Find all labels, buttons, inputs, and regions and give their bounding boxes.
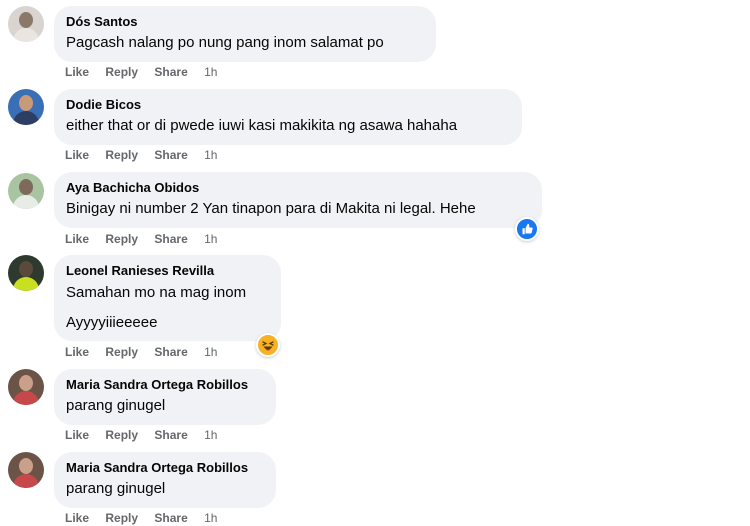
comment-author[interactable]: Aya Bachicha Obidos	[66, 180, 530, 196]
comment-bubble: Aya Bachicha Obidos Binigay ni number 2 …	[54, 172, 542, 228]
comment-timestamp[interactable]: 1h	[204, 232, 217, 246]
comment-text: Samahan mo na mag inom	[66, 284, 247, 301]
comment-timestamp[interactable]: 1h	[204, 428, 217, 442]
like-button[interactable]: Like	[65, 511, 89, 525]
reply-button[interactable]: Reply	[105, 511, 138, 525]
comment-text: parang ginugel	[66, 480, 166, 497]
reply-button[interactable]: Reply	[105, 428, 138, 442]
avatar[interactable]	[8, 369, 44, 405]
like-button[interactable]: Like	[65, 345, 89, 359]
comment-text: parang ginugel	[66, 397, 166, 414]
comment-timestamp[interactable]: 1h	[204, 65, 217, 79]
like-button[interactable]: Like	[65, 65, 89, 79]
comment-bubble: Maria Sandra Ortega Robillos parang ginu…	[54, 369, 276, 425]
reply-button[interactable]: Reply	[105, 148, 138, 162]
like-reaction-icon[interactable]	[515, 217, 539, 241]
comment-bubble: Dós Santos Pagcash nalang po nung pang i…	[54, 6, 436, 62]
avatar[interactable]	[8, 255, 44, 291]
comment-actions: Like Reply Share 1h	[65, 231, 230, 247]
share-button[interactable]: Share	[154, 345, 187, 359]
share-button[interactable]: Share	[154, 232, 187, 246]
comment-author[interactable]: Maria Sandra Ortega Robillos	[66, 460, 264, 476]
comment-bubble: Leonel Ranieses Revilla Samahan mo na ma…	[54, 255, 281, 341]
like-button[interactable]: Like	[65, 428, 89, 442]
share-button[interactable]: Share	[154, 65, 187, 79]
comment-bubble: Dodie Bicos either that or di pwede iuwi…	[54, 89, 522, 145]
avatar[interactable]	[8, 452, 44, 488]
avatar[interactable]	[8, 6, 44, 42]
comment-author[interactable]: Maria Sandra Ortega Robillos	[66, 377, 264, 393]
comment-text: Pagcash nalang po nung pang inom salamat…	[66, 34, 384, 51]
comment-text: either that or di pwede iuwi kasi makiki…	[66, 117, 458, 134]
comment-timestamp[interactable]: 1h	[204, 345, 217, 359]
comment-author[interactable]: Leonel Ranieses Revilla	[66, 263, 269, 279]
reply-button[interactable]: Reply	[105, 232, 138, 246]
like-button[interactable]: Like	[65, 232, 89, 246]
avatar[interactable]	[8, 173, 44, 209]
avatar[interactable]	[8, 89, 44, 125]
comment-actions: Like Reply Share 1h	[65, 427, 230, 443]
comment-timestamp[interactable]: 1h	[204, 148, 217, 162]
comment-actions: Like Reply Share 1h	[65, 147, 230, 163]
like-button[interactable]: Like	[65, 148, 89, 162]
reply-button[interactable]: Reply	[105, 345, 138, 359]
comment-timestamp[interactable]: 1h	[204, 511, 217, 525]
haha-reaction-icon[interactable]	[256, 333, 280, 357]
share-button[interactable]: Share	[154, 511, 187, 525]
share-button[interactable]: Share	[154, 428, 187, 442]
comment-author[interactable]: Dodie Bicos	[66, 97, 510, 113]
comment-actions: Like Reply Share 1h	[65, 344, 230, 360]
comment-text: Binigay ni number 2 Yan tinapon para di …	[66, 200, 476, 217]
reply-button[interactable]: Reply	[105, 65, 138, 79]
comment-actions: Like Reply Share 1h	[65, 510, 230, 526]
comment-actions: Like Reply Share 1h	[65, 64, 230, 80]
comment-author[interactable]: Dós Santos	[66, 14, 424, 30]
share-button[interactable]: Share	[154, 148, 187, 162]
comment-text-line2: Ayyyyiiieeeee	[66, 314, 158, 331]
comment-bubble: Maria Sandra Ortega Robillos parang ginu…	[54, 452, 276, 508]
